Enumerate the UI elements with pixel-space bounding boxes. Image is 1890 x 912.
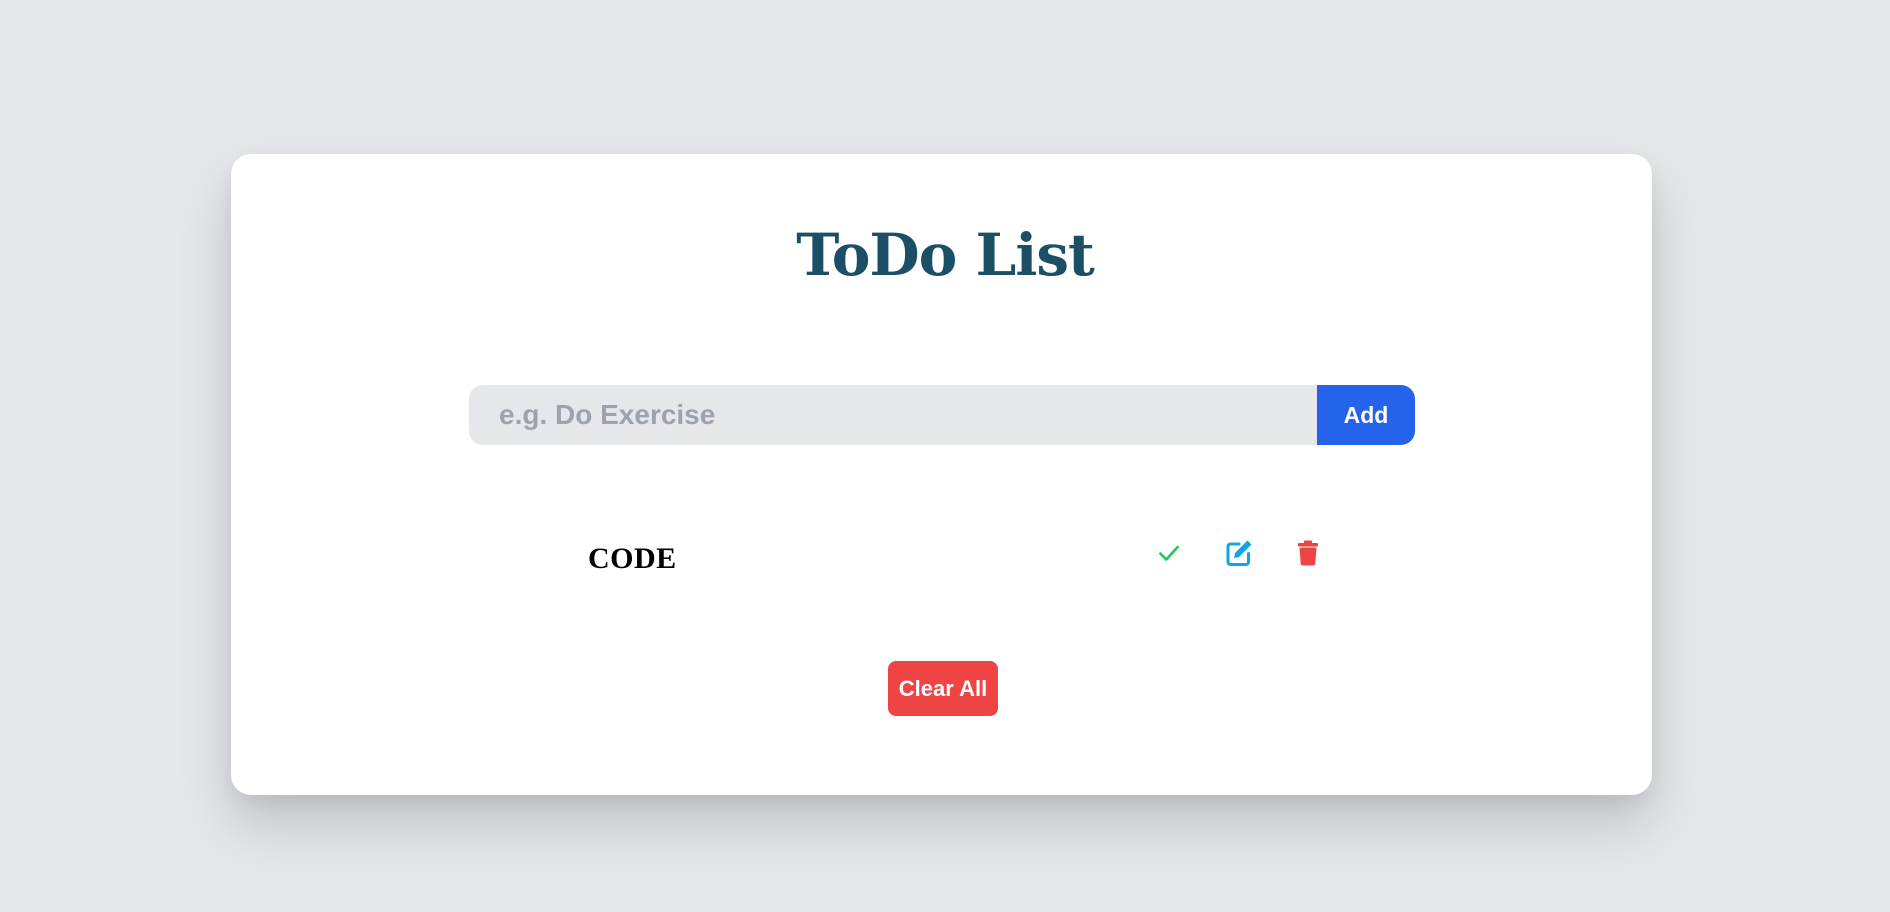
add-task-form: Add (469, 385, 1415, 445)
add-button[interactable]: Add (1317, 385, 1415, 445)
edit-icon[interactable] (1222, 536, 1256, 570)
check-icon[interactable] (1152, 536, 1186, 570)
page-title: ToDo List (796, 221, 1095, 289)
clear-all-button[interactable]: Clear All (888, 661, 998, 716)
todo-text: CODE (588, 542, 677, 575)
trash-icon[interactable] (1291, 536, 1325, 570)
list-item: CODE (588, 536, 1328, 586)
task-input[interactable] (469, 385, 1317, 445)
